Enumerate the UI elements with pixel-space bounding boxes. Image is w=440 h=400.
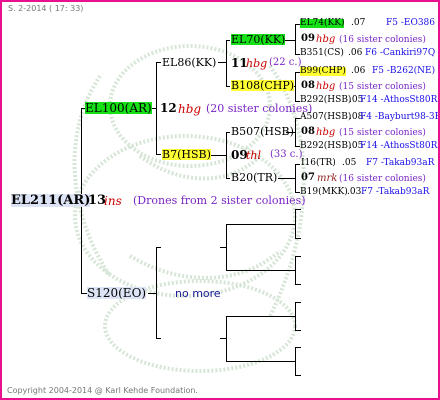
gen4-number: 07 [301, 172, 315, 183]
gen4-group: hbg [316, 34, 336, 45]
gen4-queen-year: .03 [347, 187, 362, 197]
gen4-queen-id[interactable]: B292(HSB) [300, 142, 351, 151]
gen4-queen-origin: F14 -AthosSt80R [360, 95, 438, 105]
gen4-queen-year: .07 [351, 18, 366, 28]
father-no-more-note: no more [175, 287, 221, 300]
grandmother-a-note: (22 c.) [269, 57, 302, 68]
connector-line [148, 293, 157, 294]
gen4-queen-origin: F7 -Takab93aR [366, 158, 435, 168]
grandmother-a-group: hbg [246, 57, 268, 70]
connector-line [226, 40, 227, 87]
connector-line [156, 154, 161, 155]
gen4-queen-id[interactable]: B99(CHP) [300, 67, 346, 76]
gen4-queen-id[interactable]: B351(CS) [300, 49, 344, 58]
gen4-number: 08 [301, 126, 315, 137]
gen4-queen-id[interactable]: B292(HSB) [300, 96, 351, 105]
grandmother-b-group: thl [246, 149, 262, 162]
gen4-group: hbg [316, 81, 336, 92]
connector-line [295, 209, 301, 210]
gen4-group: mrk [317, 173, 338, 184]
gen4-queen-origin: F5 -B262(NE) [372, 66, 436, 76]
grandmother-b-note: (33 c.) [270, 149, 303, 160]
connector-line [226, 178, 230, 179]
connector-line [295, 238, 301, 239]
mother-queen-number: 12 [160, 101, 177, 115]
gen4-queen-year: .05 [342, 158, 357, 168]
gen3-a2-id[interactable]: B108(CHP) [231, 80, 295, 91]
mother-queen-note: (20 sister colonies) [206, 102, 313, 115]
connector-line [226, 316, 227, 362]
connector-line [232, 316, 296, 317]
gen4-queen-origin: F14 -AthosSt80R [360, 141, 438, 151]
gen4-queen-year: .06 [348, 48, 363, 58]
connector-line [226, 40, 230, 41]
gen4-queen-id[interactable]: B19(MKK) [300, 188, 348, 197]
gen3-b1-id[interactable]: B507(HSB) [231, 126, 294, 137]
connector-line [278, 178, 296, 179]
gen4-queen-year: .06 [351, 66, 366, 76]
father-queen-id[interactable]: S120(EO) [87, 287, 147, 299]
pedigree-chart: S. 2-2014 ( 17: 33) Copyright 2004-2014 … [0, 0, 440, 400]
gen3-a1-id[interactable]: EL70(KK) [231, 34, 286, 45]
connector-line [226, 132, 230, 133]
gen4-queen-origin: F6 -Cankiri97Q [365, 48, 436, 58]
connector-line [285, 40, 296, 41]
connector-line [156, 62, 161, 63]
connector-line [210, 155, 227, 156]
connector-line [295, 72, 296, 102]
gen4-group: hbg [316, 127, 336, 138]
gen4-number: 09 [301, 33, 315, 44]
connector-line [232, 270, 296, 271]
connector-line [295, 330, 301, 331]
header-date: S. 2-2014 ( 17: 33) [8, 4, 84, 13]
gen4-queen-id[interactable]: EL74(KK) [300, 19, 345, 28]
connector-line [226, 86, 230, 87]
gen4-note: (16 sister colonies) [339, 35, 426, 45]
gen4-note: (15 sister colonies) [339, 82, 426, 92]
connector-line [295, 347, 301, 348]
connector-line [295, 164, 300, 165]
root-queen-group: ins [104, 194, 122, 208]
connector-line [295, 284, 301, 285]
grandmother-a-id[interactable]: EL86(KK) [162, 57, 216, 68]
gen4-queen-origin: F4 -Bayburt98-3R [360, 112, 440, 122]
grandmother-b-id[interactable]: B7(HSB) [162, 149, 211, 160]
connector-line [156, 338, 161, 339]
root-drones-note: (Drones from 2 sister colonies) [133, 194, 306, 207]
connector-line [218, 62, 227, 63]
connector-line [295, 302, 301, 303]
connector-line [232, 224, 296, 225]
connector-line [295, 375, 301, 376]
gen4-queen-id[interactable]: I16(TR) [301, 159, 336, 168]
gen3-b2-id[interactable]: B20(TR) [231, 172, 277, 183]
gen4-note: (15 sister colonies) [339, 128, 426, 138]
connector-line [232, 361, 296, 362]
connector-line [220, 338, 227, 339]
mother-queen-group: hbg [178, 102, 202, 116]
gen4-queen-origin: F7 -Takab93aR [361, 187, 430, 197]
connector-line [220, 247, 227, 248]
gen4-queen-id[interactable]: A507(HSB) [300, 113, 351, 122]
connector-line [156, 247, 161, 248]
gen4-note: (16 sister colonies) [339, 174, 426, 184]
gen4-number: 08 [301, 80, 315, 91]
gen4-queen-origin: F5 -EO386 [386, 18, 435, 28]
connector-line [295, 256, 301, 257]
copyright-footer: Copyright 2004-2014 @ Karl Kehde Foundat… [7, 386, 198, 395]
root-queen-id[interactable]: EL211(AR) [11, 194, 91, 207]
mother-queen-id[interactable]: EL100(AR) [85, 102, 152, 114]
